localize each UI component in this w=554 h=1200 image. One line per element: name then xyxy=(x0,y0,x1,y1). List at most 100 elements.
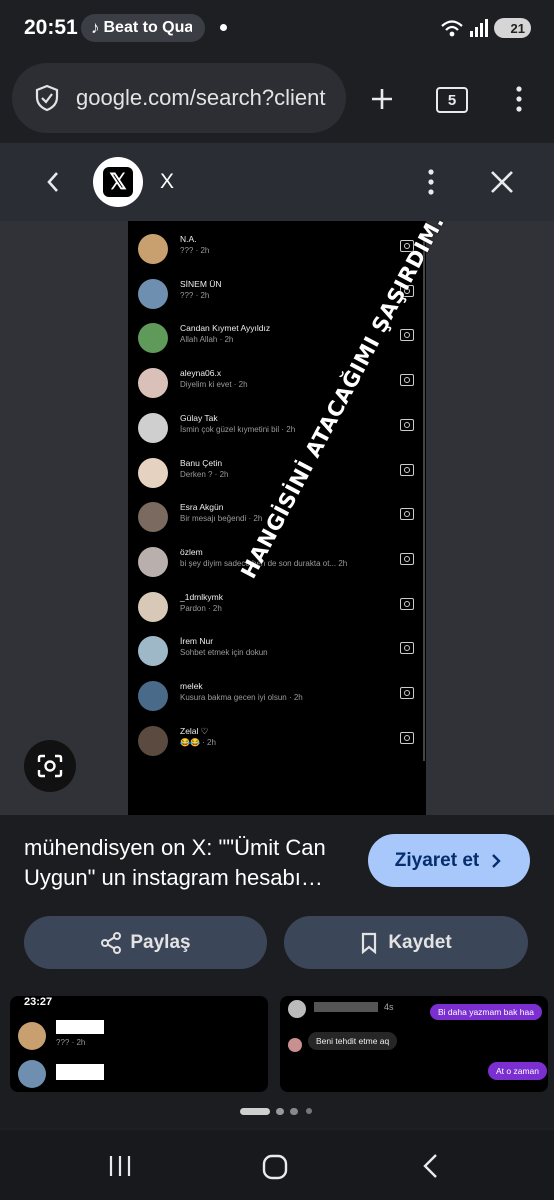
back-arrow-icon[interactable] xyxy=(44,170,62,194)
signal-icon xyxy=(470,19,488,37)
home-icon[interactable] xyxy=(262,1154,288,1180)
media-title: Beat to Quarter xyxy=(103,19,192,36)
dm-preview: ??? · 2h xyxy=(180,246,210,255)
thumb-sub: ??? · 2h xyxy=(56,1038,86,1047)
dm-name: N.A. xyxy=(180,234,197,244)
dm-name: özlem xyxy=(180,546,203,557)
dm-preview: Pardon · 2h xyxy=(180,603,222,613)
close-icon[interactable] xyxy=(489,169,515,195)
dm-preview: Bir mesajı beğendi · 2h xyxy=(180,514,263,524)
image-dm-row: N.A. ??? · 2h xyxy=(128,230,426,274)
thumb-redaction xyxy=(56,1020,104,1034)
battery-indicator: 21 xyxy=(494,18,531,38)
thumb-redaction xyxy=(56,1064,104,1080)
dm-avatar xyxy=(138,591,168,622)
site-name: X xyxy=(160,170,175,193)
camera-icon xyxy=(400,329,414,342)
chevron-right-icon xyxy=(492,853,501,868)
dm-avatar xyxy=(138,412,168,443)
camera-icon xyxy=(400,552,414,565)
pager-dot xyxy=(306,1108,312,1114)
dm-preview: 😂😂 · 2h xyxy=(180,737,216,747)
thumb-avatar xyxy=(18,1060,46,1088)
dm-avatar xyxy=(138,546,168,577)
thumb-avatar xyxy=(288,1000,306,1018)
pager-dot xyxy=(276,1108,284,1115)
dm-name: Esra Akgün xyxy=(180,502,224,513)
dm-avatar xyxy=(138,681,168,711)
chat-bubble-received: Beni tehdit etme aq xyxy=(308,1032,398,1050)
new-tab-plus-icon[interactable] xyxy=(370,87,394,111)
dm-avatar xyxy=(138,636,168,667)
dm-name: Gülay Tak xyxy=(180,412,218,423)
related-image-thumbnail-2[interactable]: 4s Bi daha yazmam bak haa Beni tehdit et… xyxy=(280,996,548,1092)
dm-name: aleyna06.x xyxy=(180,368,222,379)
image-dm-row: _1dmlkymk Pardon · 2h xyxy=(128,588,426,632)
camera-icon xyxy=(400,463,414,476)
media-notification-pill[interactable]: ♪ Beat to Quarter xyxy=(81,14,205,42)
thumb-time-ago: 4s xyxy=(384,1002,394,1012)
shield-icon xyxy=(35,84,59,112)
recent-apps-icon[interactable] xyxy=(108,1154,132,1178)
dm-avatar xyxy=(138,457,168,488)
thumb-avatar xyxy=(288,1038,302,1052)
dm-avatar xyxy=(138,323,168,354)
camera-icon xyxy=(400,597,414,610)
share-icon xyxy=(101,931,122,954)
image-dm-row: İrem Nur Sohbet etmek için dokun xyxy=(128,632,426,676)
x-logo: 𝕏 xyxy=(93,157,143,207)
dm-preview: İsmin çok güzel kıymetini bil · 2h xyxy=(180,424,296,434)
tab-count: 5 xyxy=(447,91,457,109)
dm-name: Banu Çetin xyxy=(180,457,223,468)
save-button[interactable]: Kaydet xyxy=(284,916,528,969)
image-scrollbar xyxy=(423,241,425,761)
pager-dot-active xyxy=(240,1108,270,1115)
browser-menu-icon[interactable] xyxy=(514,85,524,113)
save-label: Kaydet xyxy=(388,931,452,953)
image-dm-row: Zelal ♡ 😂😂 · 2h xyxy=(128,722,426,766)
image-dm-row: Gülay Tak İsmin çok güzel kıymetini bil ·… xyxy=(128,409,426,453)
related-image-thumbnail-1[interactable]: 23:27 ??? · 2h xyxy=(10,996,268,1092)
dm-avatar xyxy=(138,278,168,309)
back-nav-icon[interactable] xyxy=(421,1153,441,1179)
google-lens-button[interactable] xyxy=(24,740,76,792)
dm-avatar xyxy=(138,725,168,756)
dm-name: _1dmlkymk xyxy=(180,591,223,602)
dm-preview: Kusura bakma gecen iyi olsun · 2h xyxy=(180,693,303,702)
sheet-header xyxy=(0,143,554,221)
image-dm-row: özlem bi şey diyim sadece ben de son dura… xyxy=(128,543,426,587)
camera-icon xyxy=(400,731,414,744)
url-text: google.com/search?client xyxy=(76,85,326,110)
chat-bubble-sent: At o zaman xyxy=(488,1062,547,1080)
battery-level: 21 xyxy=(510,20,525,36)
url-bar[interactable]: google.com/search?client xyxy=(12,63,346,133)
wifi-icon xyxy=(441,20,463,37)
thumb-redaction xyxy=(314,1002,378,1012)
dm-preview: Diyelim ki evet · 2h xyxy=(180,380,248,390)
x-brand-icon: 𝕏 xyxy=(103,167,133,197)
camera-icon xyxy=(400,642,414,655)
visit-button[interactable]: Ziyaret et xyxy=(368,834,530,887)
image-dm-row: melek Kusura bakma gecen iyi olsun · 2h xyxy=(128,677,426,721)
dm-preview: Derken ? · 2h xyxy=(180,469,229,479)
share-label: Paylaş xyxy=(130,931,191,953)
bookmark-icon xyxy=(362,932,377,954)
image-dm-row: aleyna06.x Diyelim ki evet · 2h xyxy=(128,364,426,408)
dm-preview: Allah Allah · 2h xyxy=(180,335,234,345)
tab-switcher-button[interactable]: 5 xyxy=(436,87,468,113)
dm-preview: ??? · 2h xyxy=(180,290,210,300)
image-dm-row: Banu Çetin Derken ? · 2h xyxy=(128,454,426,498)
more-options-icon[interactable] xyxy=(426,168,436,196)
dm-name: melek xyxy=(180,681,203,691)
dm-name: SİNEM ÜN xyxy=(180,278,222,289)
result-title[interactable]: mühendisyen on X: ""Ümit Can Uygun" un i… xyxy=(24,833,354,893)
camera-icon xyxy=(400,687,414,699)
pager-dot xyxy=(290,1108,298,1115)
dm-avatar xyxy=(138,368,168,399)
camera-icon xyxy=(400,418,414,431)
dm-preview: Sohbet etmek için dokun xyxy=(180,648,268,658)
share-button[interactable]: Paylaş xyxy=(24,916,267,969)
dm-avatar xyxy=(138,234,168,264)
notification-dot xyxy=(220,24,227,31)
dm-name: İrem Nur xyxy=(180,636,214,647)
